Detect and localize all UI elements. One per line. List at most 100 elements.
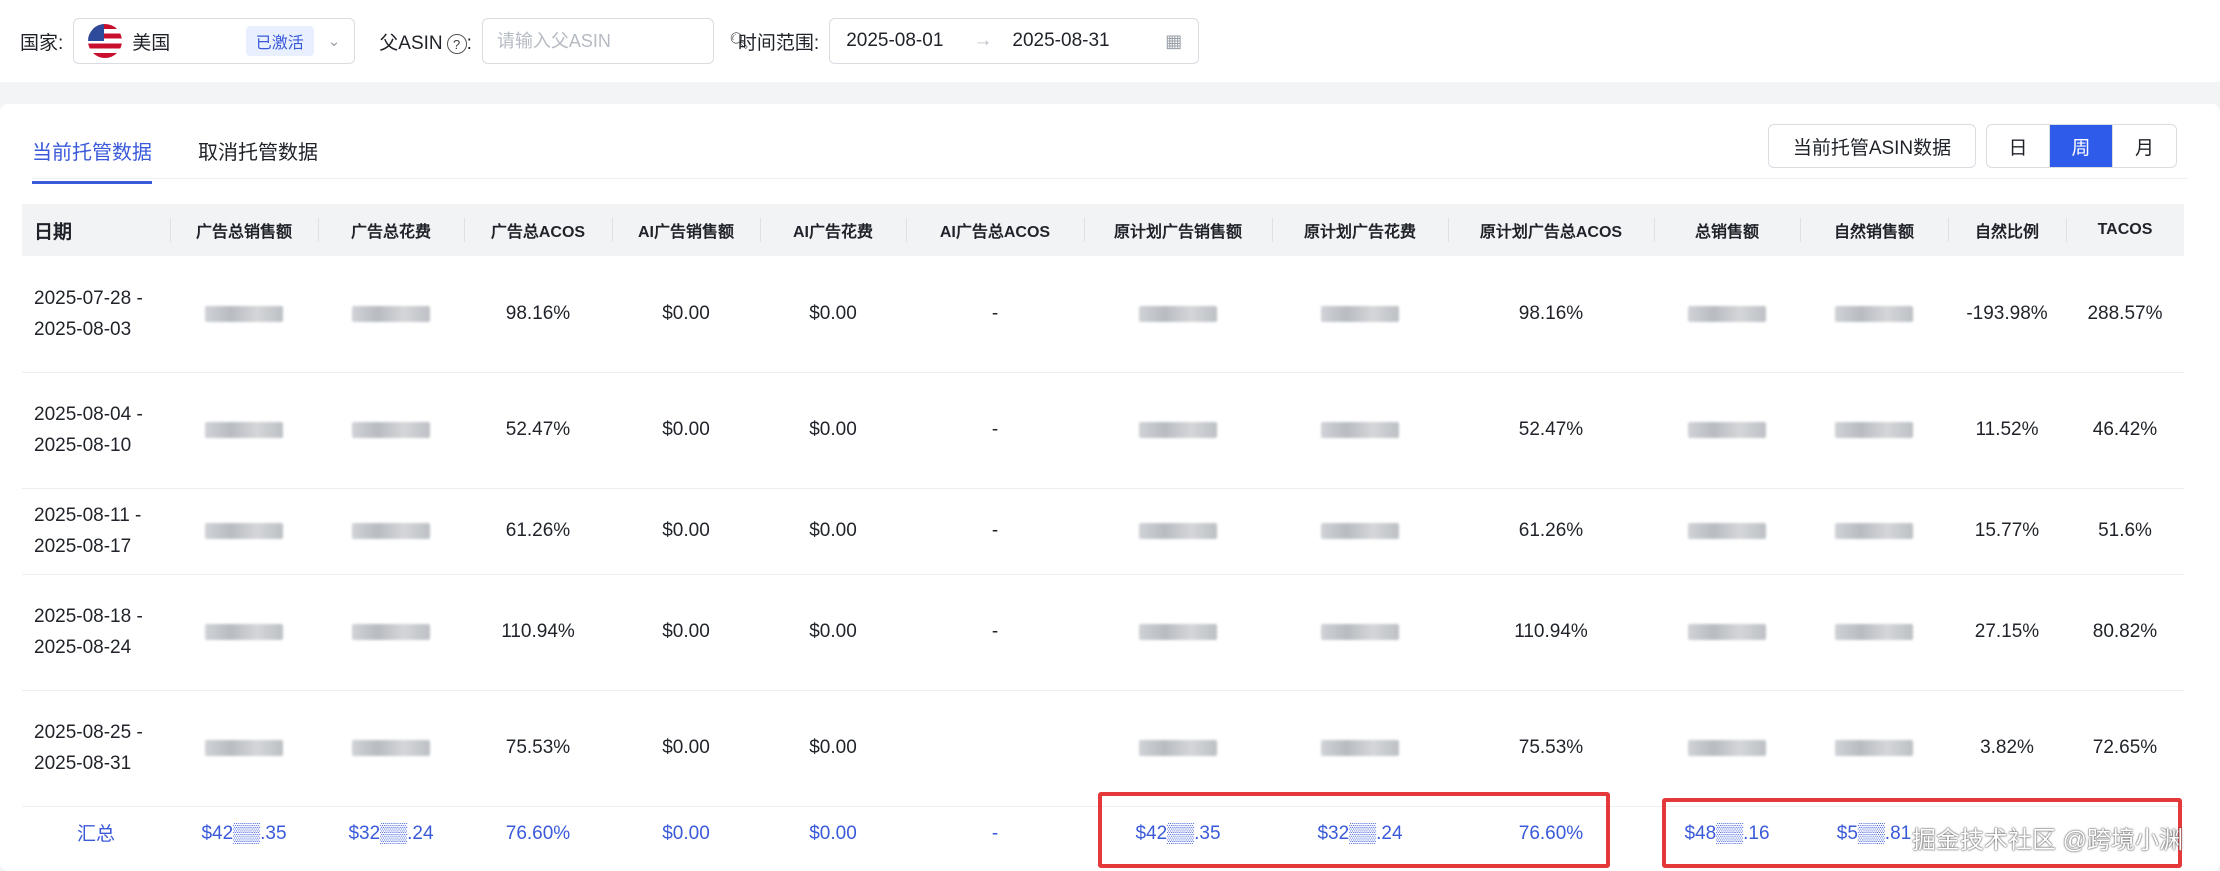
cell-blurred: [170, 488, 318, 575]
cell-blurred: [1084, 574, 1272, 691]
cell-ai-acos: -: [906, 372, 1084, 489]
col-ai-sales: AI广告销售额: [612, 204, 760, 256]
cell-natural-ratio: 3.82%: [1948, 690, 2066, 807]
cell-orig-acos: 75.53%: [1448, 690, 1654, 807]
us-flag-icon: [88, 24, 123, 58]
cell-ai-acos: -: [906, 256, 1084, 373]
cell-blurred: [1084, 690, 1272, 807]
table-header-row: 日期 广告总销售额 广告总花费 广告总ACOS AI广告销售额 AI广告花费 A…: [22, 204, 2184, 256]
cell-ai-acos: [906, 690, 1084, 807]
highlight-box-orig-plan: [1098, 792, 1610, 868]
calendar-icon: ▦: [1165, 30, 1183, 51]
cell-ai-sales: $0.00: [612, 256, 760, 373]
total-ad-sales: $42▒▒.35: [201, 823, 287, 845]
col-orig-spend: 原计划广告花费: [1272, 204, 1448, 256]
col-total-sales: 总销售额: [1654, 204, 1800, 256]
cell-tacos: 46.42%: [2066, 372, 2184, 489]
cell-blurred: [1654, 690, 1800, 807]
cell-ai-spend: $0.00: [760, 372, 906, 489]
cell-blurred: [170, 256, 318, 373]
cell-ai-spend: $0.00: [760, 256, 906, 373]
hosted-asin-data-button[interactable]: 当前托管ASIN数据: [1768, 124, 1976, 168]
col-ad-sales: 广告总销售额: [170, 204, 318, 256]
cell-ai-spend: $0.00: [760, 690, 906, 807]
col-natural-ratio: 自然比例: [1948, 204, 2066, 256]
date-range-picker[interactable]: 2025-08-01 → 2025-08-31 ▦: [829, 18, 1200, 64]
cell-blurred: [318, 690, 464, 807]
cell-date: 2025-08-18 - 2025-08-24: [22, 574, 170, 691]
tab-bar: 当前托管数据 取消托管数据: [32, 122, 364, 184]
asin-label: 父ASIN?:: [379, 32, 472, 54]
cell-blurred: [318, 574, 464, 691]
col-ai-acos: AI广告总ACOS: [906, 204, 1084, 256]
cell-blurred: [170, 372, 318, 489]
granularity-month-button[interactable]: 月: [2113, 125, 2176, 167]
cell-blurred: [1654, 372, 1800, 489]
asin-search-field[interactable]: 🔍︎: [481, 18, 749, 64]
country-value: 美国: [132, 32, 171, 54]
cell-tacos: 51.6%: [2066, 488, 2184, 575]
cell-blurred: [1084, 256, 1272, 373]
cell-blurred: [1272, 256, 1448, 373]
table-row: 2025-08-11 - 2025-08-17 61.26% $0.00 $0.…: [22, 488, 2184, 575]
cell-ai-acos: -: [906, 574, 1084, 691]
cell-ai-acos: -: [906, 488, 1084, 575]
col-tacos: TACOS: [2066, 204, 2184, 256]
cell-orig-acos: 110.94%: [1448, 574, 1654, 691]
country-status-badge: 已激活: [245, 26, 314, 56]
arrow-right-icon: →: [973, 30, 993, 51]
asin-input[interactable]: [496, 30, 729, 52]
cell-ad-acos: 75.53%: [464, 690, 612, 807]
total-label: 汇总: [76, 823, 115, 845]
cell-tacos: 288.57%: [2066, 256, 2184, 373]
total-ad-spend: $32▒▒.24: [348, 823, 434, 845]
total-ai-sales: $0.00: [662, 823, 710, 845]
help-icon[interactable]: ?: [446, 34, 467, 54]
cell-blurred: [1800, 488, 1948, 575]
cell-orig-acos: 52.47%: [1448, 372, 1654, 489]
data-card: 当前托管数据 取消托管数据 当前托管ASIN数据 日 周 月 日期 广告总销售额…: [0, 104, 2220, 871]
country-label: 国家:: [20, 32, 64, 54]
cell-ai-spend: $0.00: [760, 574, 906, 691]
cell-blurred: [170, 574, 318, 691]
total-ai-spend: $0.00: [809, 823, 857, 845]
cell-blurred: [1800, 690, 1948, 807]
cell-ad-acos: 98.16%: [464, 256, 612, 373]
col-orig-sales: 原计划广告销售额: [1084, 204, 1272, 256]
cell-tacos: 80.82%: [2066, 574, 2184, 691]
col-ad-acos: 广告总ACOS: [464, 204, 612, 256]
cell-blurred: [1272, 488, 1448, 575]
cell-blurred: [318, 372, 464, 489]
granularity-toggle: 日 周 月: [1986, 124, 2177, 168]
cell-blurred: [1084, 372, 1272, 489]
table-row: 2025-08-18 - 2025-08-24 110.94% $0.00 $0…: [22, 574, 2184, 691]
data-table: 日期 广告总销售额 广告总花费 广告总ACOS AI广告销售额 AI广告花费 A…: [22, 204, 2184, 862]
watermark: 掘金技术社区 @跨境小渊: [1912, 827, 2184, 854]
cell-date: 2025-07-28 - 2025-08-03: [22, 256, 170, 373]
col-natural-sales: 自然销售额: [1800, 204, 1948, 256]
cell-blurred: [318, 256, 464, 373]
tab-cancelled-hosted[interactable]: 取消托管数据: [198, 122, 318, 184]
cell-blurred: [1800, 256, 1948, 373]
cell-ad-acos: 52.47%: [464, 372, 612, 489]
cell-blurred: [318, 488, 464, 575]
granularity-week-button[interactable]: 周: [2050, 125, 2113, 167]
cell-natural-ratio: 15.77%: [1948, 488, 2066, 575]
total-ai-acos: -: [991, 823, 999, 845]
cell-blurred: [1084, 488, 1272, 575]
cell-blurred: [1272, 690, 1448, 807]
cell-date: 2025-08-11 - 2025-08-17: [22, 488, 170, 575]
col-date: 日期: [22, 204, 170, 256]
total-ad-acos: 76.60%: [505, 823, 571, 845]
tab-current-hosted[interactable]: 当前托管数据: [32, 122, 152, 184]
cell-blurred: [1272, 372, 1448, 489]
col-ad-spend: 广告总花费: [318, 204, 464, 256]
granularity-day-button[interactable]: 日: [1987, 125, 2050, 167]
cell-ai-sales: $0.00: [612, 488, 760, 575]
time-range-label: 时间范围:: [737, 32, 820, 54]
date-end[interactable]: 2025-08-31: [1012, 30, 1109, 52]
cell-blurred: [1800, 372, 1948, 489]
country-select[interactable]: 美国 已激活 ⌄: [73, 18, 356, 64]
date-start[interactable]: 2025-08-01: [846, 30, 943, 52]
cell-blurred: [1654, 574, 1800, 691]
